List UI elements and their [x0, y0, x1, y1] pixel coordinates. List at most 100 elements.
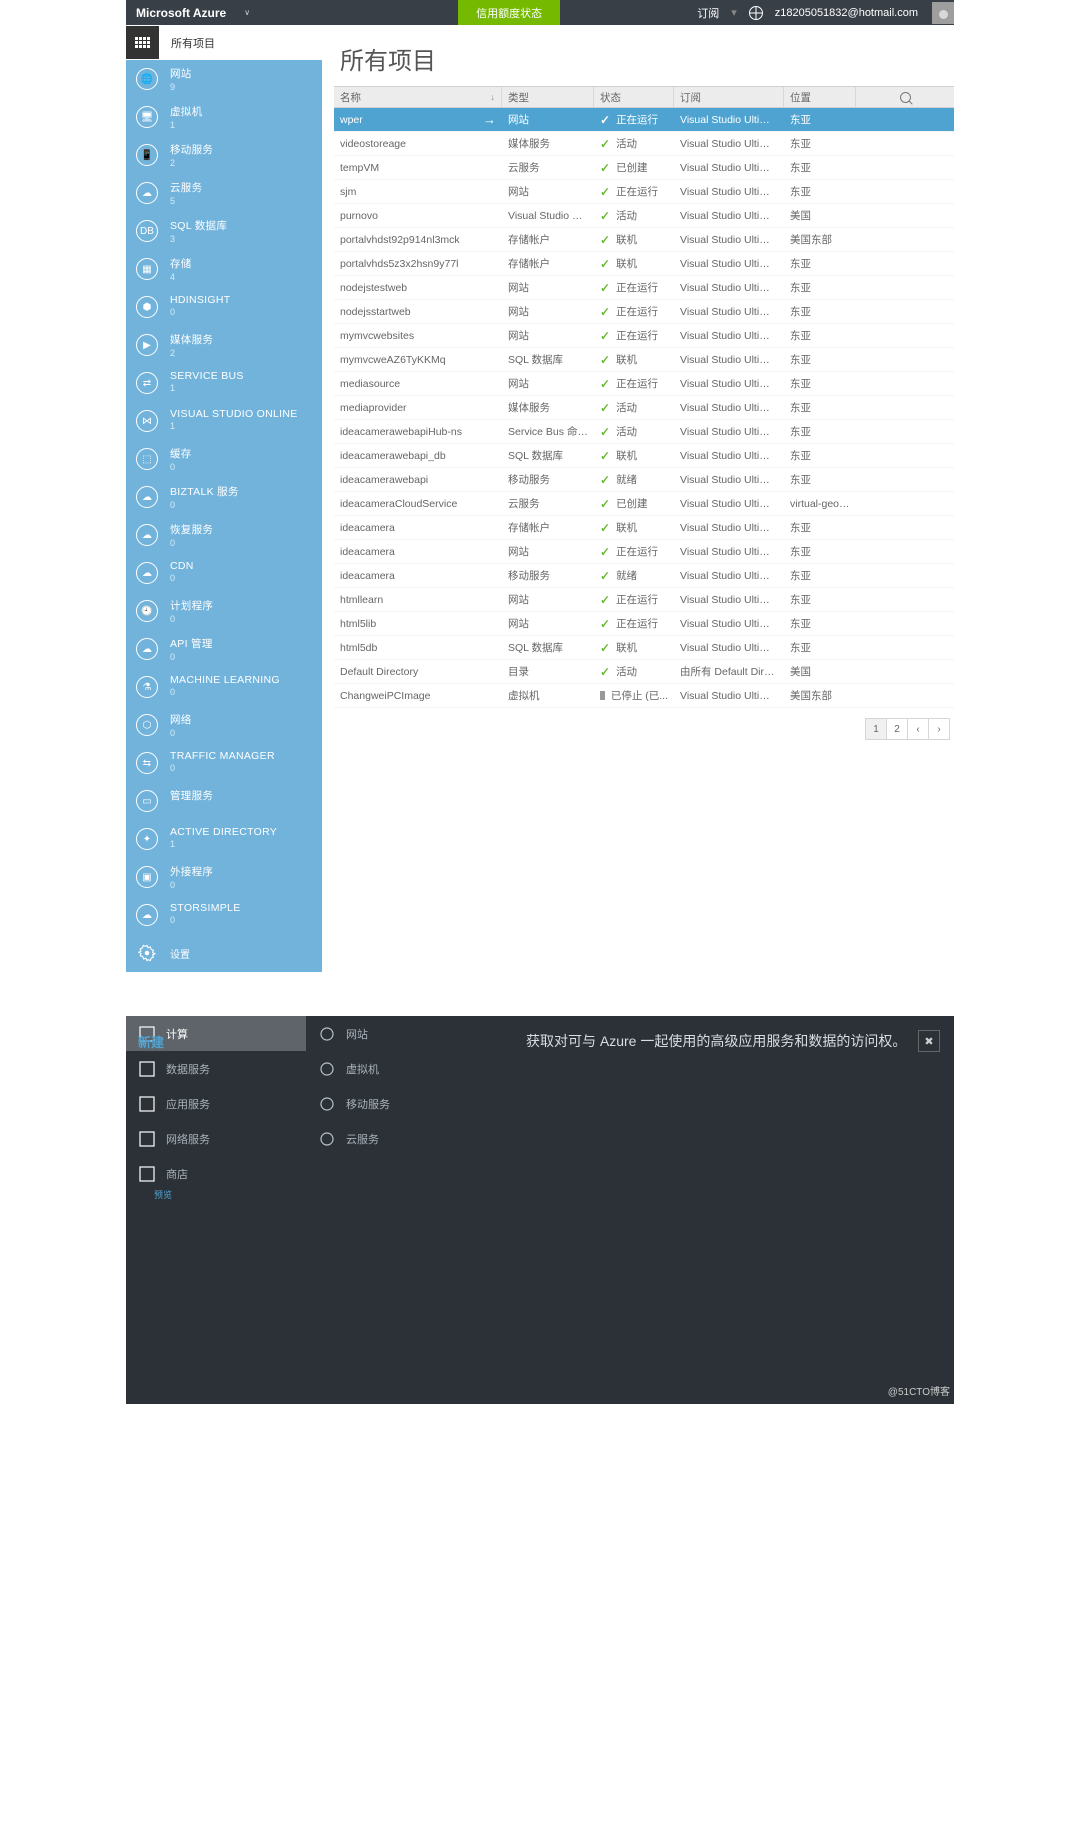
sidebar-item-label: 管理服务: [170, 788, 213, 803]
sidebar-item[interactable]: ☁恢复服务0: [126, 516, 322, 554]
sidebar-item[interactable]: ☁云服务5: [126, 174, 322, 212]
brand-dropdown-icon[interactable]: ∨: [236, 8, 258, 17]
settings-label: 设置: [170, 946, 190, 961]
sidebar-item-label: 网站: [170, 66, 192, 81]
check-icon: ✓: [600, 521, 610, 535]
subscriptions-link[interactable]: 订阅: [697, 5, 719, 21]
table-row[interactable]: nodejstestweb网站✓正在运行Visual Studio Ultima…: [334, 276, 954, 300]
sidebar-item[interactable]: ☁CDN0: [126, 554, 322, 592]
table-row[interactable]: purnovoVisual Studio Online✓活动Visual Stu…: [334, 204, 954, 228]
table-row[interactable]: tempVM云服务✓已创建Visual Studio Ultimate wi..…: [334, 156, 954, 180]
sidebar-item[interactable]: ☁BIZTALK 服务0: [126, 478, 322, 516]
sidebar-item[interactable]: ⇆TRAFFIC MANAGER0: [126, 744, 322, 782]
sidebar-item-label: VISUAL STUDIO ONLINE: [170, 408, 298, 420]
filter-icon[interactable]: ▾: [731, 6, 737, 19]
cell-name: portalvhds5z3x2hsn9y77l: [334, 258, 502, 270]
table-row[interactable]: wper→网站✓正在运行Visual Studio Ultimate wi...…: [334, 108, 954, 132]
sidebar-item-count: 0: [170, 307, 230, 317]
sidebar-item[interactable]: ☁API 管理0: [126, 630, 322, 668]
table-row[interactable]: ideacamerawebapiHub-nsService Bus 命名空间✓活…: [334, 420, 954, 444]
subcategory-item[interactable]: 云服务: [306, 1121, 486, 1156]
sidebar-item[interactable]: ▭管理服务: [126, 782, 322, 820]
sidebar-item[interactable]: ⬚缓存0: [126, 440, 322, 478]
table-row[interactable]: Default Directory目录✓活动由所有 Default Direct…: [334, 660, 954, 684]
page-1[interactable]: 1: [865, 718, 887, 740]
avatar-icon[interactable]: [932, 2, 954, 24]
page-prev[interactable]: ‹: [907, 718, 929, 740]
table-row[interactable]: mymvcwebsites网站✓正在运行Visual Studio Ultima…: [334, 324, 954, 348]
table-row[interactable]: videostoreage媒体服务✓活动Visual Studio Ultima…: [334, 132, 954, 156]
table-row[interactable]: portalvhdst92p914nl3mck存储帐户✓联机Visual Stu…: [334, 228, 954, 252]
check-icon: ✓: [600, 665, 610, 679]
table-row[interactable]: ideacameraCloudService云服务✓已创建Visual Stud…: [334, 492, 954, 516]
sidebar-item[interactable]: DBSQL 数据库3: [126, 212, 322, 250]
sidebar-item[interactable]: 🕘计划程序0: [126, 592, 322, 630]
sidebar-item[interactable]: ⚗MACHINE LEARNING0: [126, 668, 322, 706]
sidebar-item[interactable]: ⬢HDINSIGHT0: [126, 288, 322, 326]
check-icon: ✓: [600, 305, 610, 319]
table-row[interactable]: htmllearn网站✓正在运行Visual Studio Ultimate w…: [334, 588, 954, 612]
table-row[interactable]: sjm网站✓正在运行Visual Studio Ultimate wi...东亚: [334, 180, 954, 204]
sidebar-item[interactable]: ⋈VISUAL STUDIO ONLINE1: [126, 402, 322, 440]
sidebar-item[interactable]: 🖥虚拟机1: [126, 98, 322, 136]
col-status[interactable]: 状态: [594, 87, 674, 107]
cell-location: 东亚: [784, 520, 856, 535]
category-item[interactable]: 网络服务: [126, 1121, 306, 1156]
col-name[interactable]: 名称↓: [334, 87, 502, 107]
table-row[interactable]: mediasource网站✓正在运行Visual Studio Ultimate…: [334, 372, 954, 396]
page-next[interactable]: ›: [928, 718, 950, 740]
service-icon: ▦: [134, 256, 160, 282]
cell-location: 美国东部: [784, 688, 856, 703]
table-row[interactable]: ideacamera存储帐户✓联机Visual Studio Ultimate …: [334, 516, 954, 540]
table-row[interactable]: mymvcweAZ6TyKKMqSQL 数据库✓联机Visual Studio …: [334, 348, 954, 372]
table-row[interactable]: portalvhds5z3x2hsn9y77l存储帐户✓联机Visual Stu…: [334, 252, 954, 276]
sidebar-item[interactable]: 📱移动服务2: [126, 136, 322, 174]
cell-subscription: Visual Studio Ultimate wi...: [674, 522, 784, 534]
sidebar-item[interactable]: ⬡网络0: [126, 706, 322, 744]
page-2[interactable]: 2: [886, 718, 908, 740]
sidebar-item[interactable]: 🌐网站9: [126, 60, 322, 98]
subcategory-item[interactable]: 虚拟机: [306, 1051, 486, 1086]
cell-name: ideacamera: [334, 570, 502, 582]
sidebar-item-label: 云服务: [170, 180, 202, 195]
category-item[interactable]: 商店: [126, 1156, 306, 1191]
cell-type: SQL 数据库: [502, 448, 594, 463]
cell-subscription: 由所有 Default Directory...: [674, 664, 784, 679]
sidebar-settings[interactable]: 设置: [126, 934, 322, 972]
table-row[interactable]: mediaprovider媒体服务✓活动Visual Studio Ultima…: [334, 396, 954, 420]
cell-subscription: Visual Studio Ultimate wi...: [674, 282, 784, 294]
account-email[interactable]: z18205051832@hotmail.com: [775, 7, 918, 19]
col-subscription[interactable]: 订阅: [674, 87, 784, 107]
sidebar-item[interactable]: ▣外接程序0: [126, 858, 322, 896]
table-row[interactable]: html5dbSQL 数据库✓联机Visual Studio Ultimate …: [334, 636, 954, 660]
globe-icon[interactable]: [749, 6, 763, 20]
sidebar-item[interactable]: ▶媒体服务2: [126, 326, 322, 364]
sidebar-all-items[interactable]: 所有项目: [126, 25, 322, 60]
col-type[interactable]: 类型: [502, 87, 594, 107]
table-row[interactable]: html5lib网站✓正在运行Visual Studio Ultimate wi…: [334, 612, 954, 636]
check-icon: ✓: [600, 401, 610, 415]
subcategory-item[interactable]: 移动服务: [306, 1086, 486, 1121]
subcategory-item[interactable]: 网站: [306, 1016, 486, 1051]
sidebar-item[interactable]: ✦ACTIVE DIRECTORY1: [126, 820, 322, 858]
cell-subscription: Visual Studio Ultimate wi...: [674, 498, 784, 510]
brand[interactable]: Microsoft Azure: [126, 6, 236, 20]
table-row[interactable]: ideacamerawebapi移动服务✓就绪Visual Studio Ult…: [334, 468, 954, 492]
close-button[interactable]: ✖: [918, 1030, 940, 1052]
cell-type: 网站: [502, 304, 594, 319]
category-item[interactable]: 应用服务: [126, 1086, 306, 1121]
sidebar-item[interactable]: ▦存储4: [126, 250, 322, 288]
table-row[interactable]: ChangweiPCImage虚拟机已停止 (已...Visual Studio…: [334, 684, 954, 708]
table-row[interactable]: ideacamera移动服务✓就绪Visual Studio Ultimate …: [334, 564, 954, 588]
sidebar-item[interactable]: ⇄SERVICE BUS1: [126, 364, 322, 402]
table-row[interactable]: nodejsstartweb网站✓正在运行Visual Studio Ultim…: [334, 300, 954, 324]
col-location[interactable]: 位置: [784, 87, 856, 107]
sidebar-item-label: 网络: [170, 712, 192, 727]
category-item[interactable]: 数据服务: [126, 1051, 306, 1086]
credit-status-button[interactable]: 信用额度状态: [458, 0, 560, 25]
category-label: 网络服务: [166, 1131, 210, 1147]
grid-search[interactable]: [856, 87, 954, 107]
table-row[interactable]: ideacamerawebapi_dbSQL 数据库✓联机Visual Stud…: [334, 444, 954, 468]
table-row[interactable]: ideacamera网站✓正在运行Visual Studio Ultimate …: [334, 540, 954, 564]
sidebar-item[interactable]: ☁STORSIMPLE0: [126, 896, 322, 934]
